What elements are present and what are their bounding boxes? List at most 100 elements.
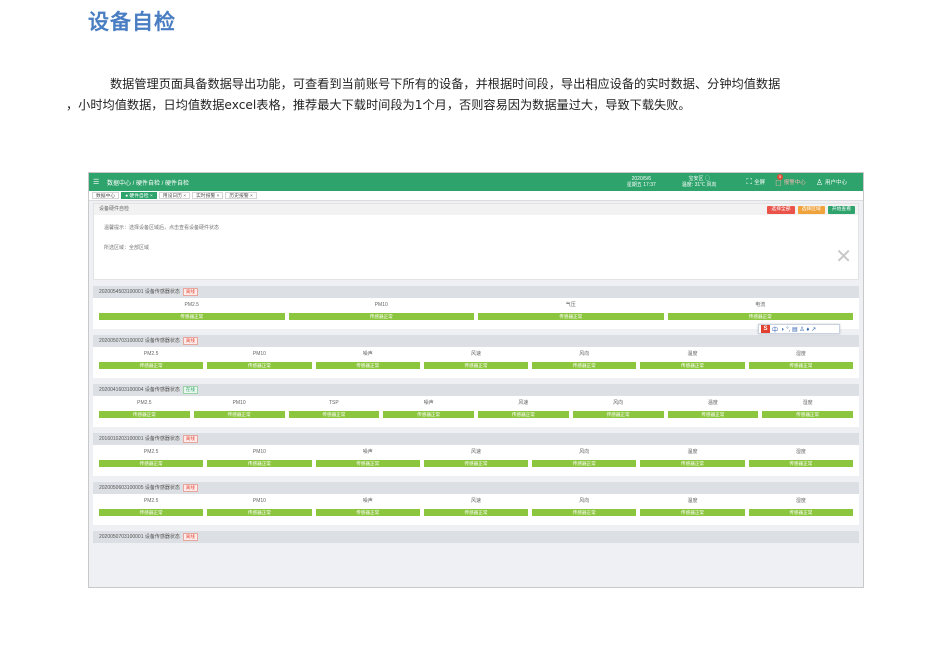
sensor-cell: 风向 传感器正常 <box>572 396 664 427</box>
status-badge: 在线 <box>182 386 198 394</box>
sensor-label: 风速 <box>470 498 481 504</box>
sensor-cell: 风速 传感器正常 <box>423 445 529 476</box>
tab-history-alarm[interactable]: 历史报警 × <box>225 192 257 199</box>
user-icon: ♙ <box>815 177 823 187</box>
sensor-cell: PM10 传感器正常 <box>207 494 312 525</box>
sensor-ok-badge: 传感器正常 <box>748 460 853 467</box>
device-header: 2020041603100004 设备传感器状态 在线 <box>93 384 859 396</box>
device-group: 2020050603100005 设备传感器状态 离线 PM2.5 传感器正常 PM10… <box>93 482 859 525</box>
menu-icon[interactable]: ☰ <box>93 178 101 186</box>
ime-tools[interactable]: ◗ °, ▤ ♙ ♦ ↗ <box>781 326 816 333</box>
sensor-ok-badge: 传感器正常 <box>315 362 420 369</box>
ime-lang[interactable]: 中 <box>772 325 778 334</box>
sensor-ok-badge: 传感器正常 <box>640 362 745 369</box>
ime-toolbar[interactable]: S 中 ◗ °, ▤ ♙ ♦ ↗ <box>758 324 840 334</box>
sensor-label: 温度 <box>687 498 698 504</box>
check-panel: 设备硬件自检 选择全部 选择区域 开始查看 温馨提示：选择设备区域后，点击查看设… <box>93 203 859 280</box>
alarm-badge: 5 <box>777 173 784 180</box>
weather: 宝安区 ◯ 温度: 31℃ 风向 <box>682 176 717 189</box>
user-button[interactable]: ♙ 用户中心 <box>816 178 847 187</box>
sensor-ok-badge: 传感器正常 <box>572 411 664 418</box>
sensor-label: 温度 <box>687 449 698 455</box>
sensor-label: 风速 <box>518 400 529 406</box>
device-id: 2020050603100005 设备传感器状态 <box>99 485 180 491</box>
sensor-ok-badge: 传感器正常 <box>748 362 853 369</box>
sensor-label: 湿度 <box>795 449 806 455</box>
sensor-ok-badge: 传感器正常 <box>667 313 853 320</box>
sensor-cell: 风速 传感器正常 <box>423 494 529 525</box>
sensor-row: PM2.5 传感器正常 PM10 传感器正常 TSP 传感器正常 噪声 传感器正常 风速 传感器正… <box>93 396 859 427</box>
sensor-ok-badge: 传感器正常 <box>478 411 569 418</box>
sensor-label: 噪声 <box>362 351 373 357</box>
sensor-ok-badge: 传感器正常 <box>423 460 529 467</box>
sensor-label: PM2.5 <box>184 302 199 308</box>
sensor-cell: 气压 传感器正常 <box>478 298 664 329</box>
time-text: 星期五 17:37 <box>626 182 656 188</box>
device-header: 2020050603100005 设备传感器状态 离线 <box>93 482 859 494</box>
device-id: 2020050703100002 设备传感器状态 <box>99 338 180 344</box>
tab-calendar[interactable]: 用设日历 × <box>158 192 191 199</box>
sensor-cell: PM2.5 传感器正常 <box>99 445 204 476</box>
sensor-label: 风向 <box>579 351 590 357</box>
sensor-cell: PM10 传感器正常 <box>207 445 312 476</box>
select-region-button[interactable]: 选择区域 <box>797 206 825 214</box>
status-badge: 离线 <box>182 435 198 443</box>
device-group: 2020054503100001 设备传感器状态 离线 PM2.5 传感器正常 PM10… <box>93 286 859 329</box>
fullscreen-button[interactable]: ⛶ 全屏 <box>747 177 766 187</box>
sensor-ok-badge: 传感器正常 <box>99 313 285 320</box>
sensor-label: PM2.5 <box>143 351 159 357</box>
sensor-label: 温度 <box>707 400 718 406</box>
sensor-ok-badge: 传感器正常 <box>640 460 745 467</box>
sensor-label: PM10 <box>374 302 388 308</box>
sensor-cell: 风速 传感器正常 <box>423 347 529 378</box>
sensor-ok-badge: 传感器正常 <box>288 313 474 320</box>
device-id: 2016010203100001 设备传感器状态 <box>99 436 180 442</box>
start-view-button[interactable]: 开始查看 <box>827 206 855 214</box>
sensor-ok-badge: 传感器正常 <box>383 411 474 418</box>
status-badge: 离线 <box>182 484 198 492</box>
sensor-cell: 温度 传感器正常 <box>667 396 759 427</box>
alarm-button[interactable]: 5 ◻ 报警中心 <box>775 173 806 187</box>
sensor-label: PM2.5 <box>143 498 159 504</box>
select-all-button[interactable]: 选择全部 <box>767 206 795 214</box>
device-header: 2020050703100001 设备传感器状态 离线 <box>93 531 859 543</box>
device-id: 2020054503100001 设备传感器状态 <box>99 289 180 295</box>
sensor-label: 湿度 <box>802 400 813 406</box>
sensor-cell: PM2.5 传感器正常 <box>99 396 190 427</box>
sensor-ok-badge: 传感器正常 <box>748 509 853 516</box>
device-id: 2020041603100004 设备传感器状态 <box>99 387 180 393</box>
sensor-ok-badge: 传感器正常 <box>99 411 190 418</box>
sensor-ok-badge: 传感器正常 <box>532 509 637 516</box>
weather-text: 温度: 31℃ 风向 <box>681 182 717 188</box>
alarm-label: 报警中心 <box>783 180 806 186</box>
sensor-label: 气压 <box>565 302 576 308</box>
sensor-ok-badge: 传感器正常 <box>207 362 312 369</box>
sensor-cell: 湿度 传感器正常 <box>748 445 853 476</box>
sensor-ok-badge: 传感器正常 <box>667 411 759 418</box>
sensor-ok-badge: 传感器正常 <box>288 411 380 418</box>
sensor-cell: 湿度 传感器正常 <box>762 396 853 427</box>
sensor-ok-badge: 传感器正常 <box>99 460 204 467</box>
sensor-cell: 风向 传感器正常 <box>532 445 637 476</box>
sensor-ok-badge: 传感器正常 <box>762 411 853 418</box>
sensor-row: PM2.5 传感器正常 PM10 传感器正常 气压 传感器正常 电流 传感器正常 <box>93 298 859 329</box>
tab-data-center[interactable]: 数据中心 <box>92 192 120 199</box>
sensor-cell: TSP 传感器正常 <box>288 396 380 427</box>
sensor-cell: 噪声 传感器正常 <box>315 445 420 476</box>
tab-hardware-check[interactable]: ● 硬件自检 × <box>121 192 157 199</box>
sensor-cell: PM2.5 传感器正常 <box>99 347 204 378</box>
sensor-cell: 噪声 传感器正常 <box>315 494 420 525</box>
sensor-label: PM10 <box>252 449 266 455</box>
sensor-cell: PM10 传感器正常 <box>288 298 474 329</box>
datetime: 2020/5/6 星期五 17:37 <box>627 176 656 189</box>
device-header: 2020050703100002 设备传感器状态 离线 <box>93 335 859 347</box>
sensor-cell: 温度 传感器正常 <box>640 347 745 378</box>
sensor-ok-badge: 传感器正常 <box>315 509 420 516</box>
sensor-cell: PM10 传感器正常 <box>193 396 285 427</box>
status-badge: 离线 <box>182 533 198 541</box>
device-group: 2016010203100001 设备传感器状态 离线 PM2.5 传感器正常 PM10… <box>93 433 859 476</box>
device-list: 2020054503100001 设备传感器状态 离线 PM2.5 传感器正常 PM10… <box>89 286 863 543</box>
sensor-cell: 温度 传感器正常 <box>640 494 745 525</box>
tab-realtime-alarm[interactable]: 实时报警 × <box>192 192 224 199</box>
sensor-ok-badge: 传感器正常 <box>207 460 312 467</box>
